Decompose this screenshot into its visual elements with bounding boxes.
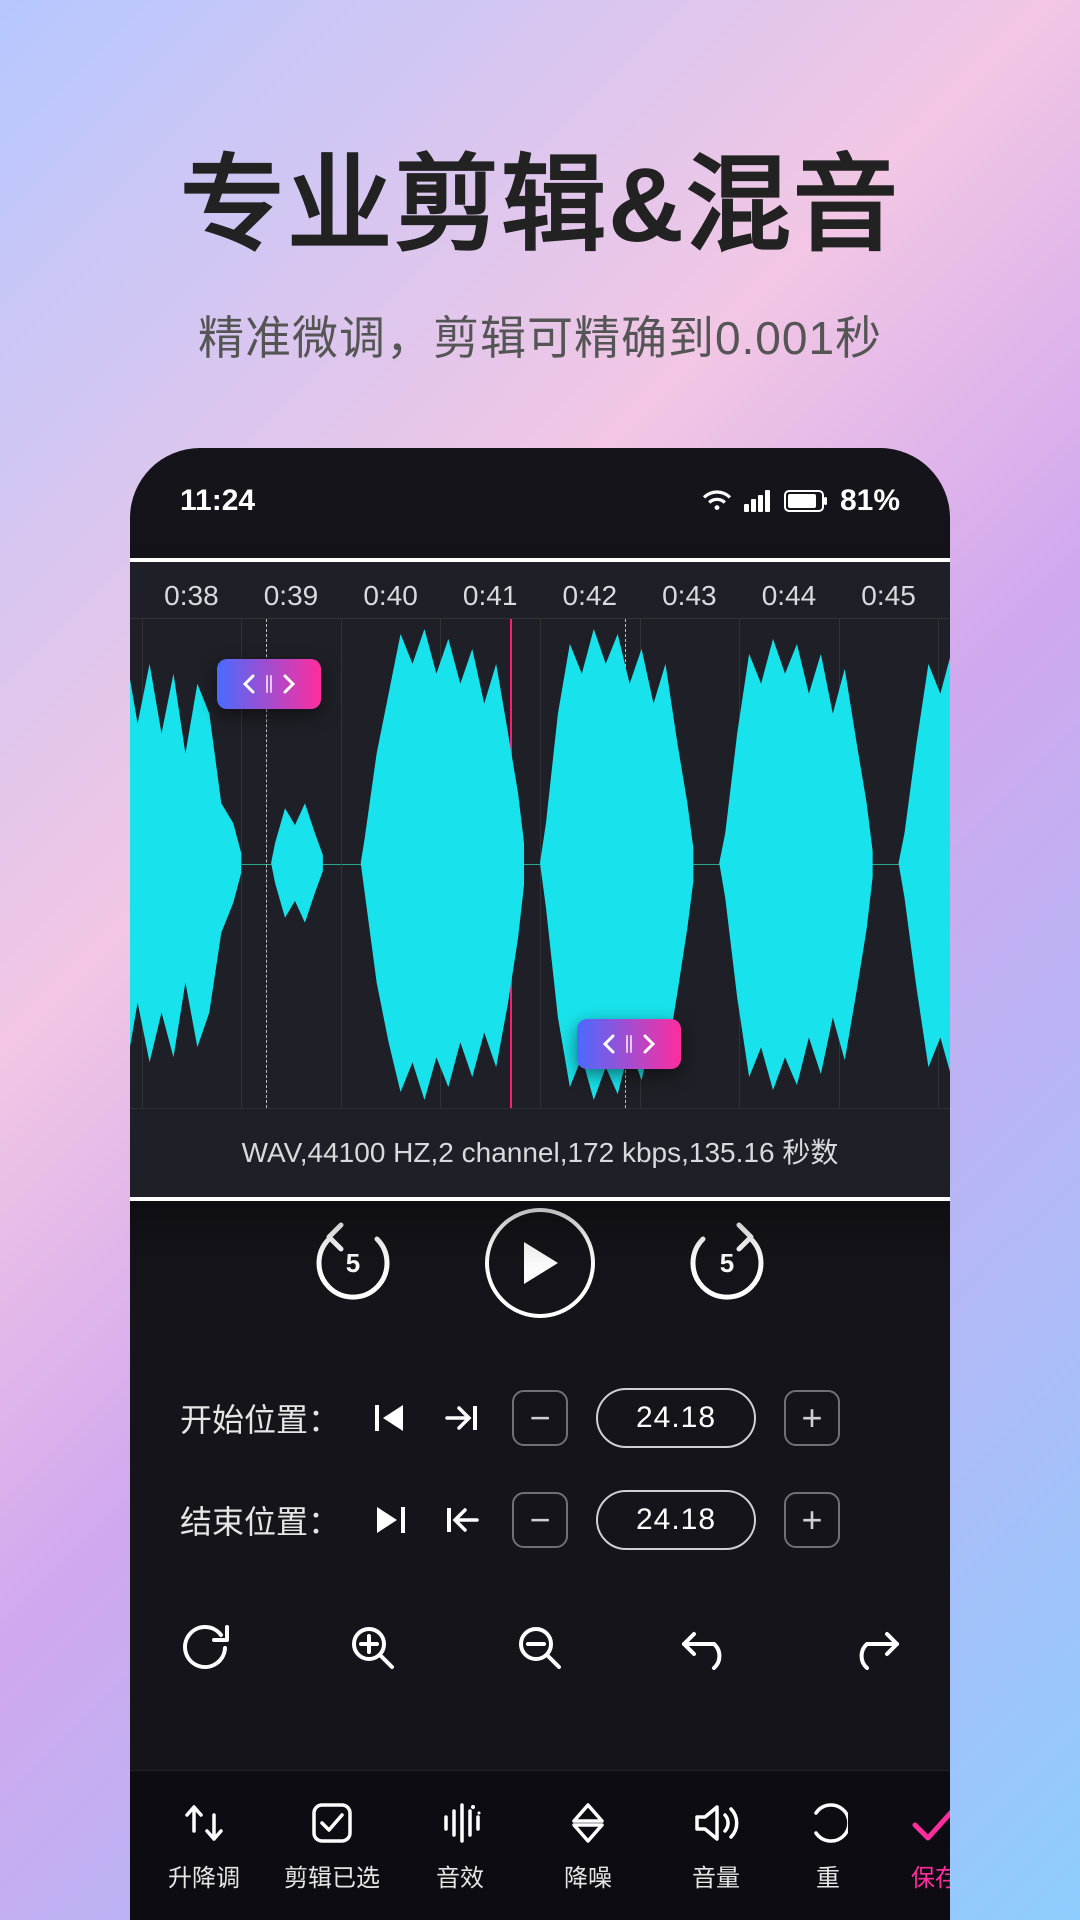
- time-tick: 0:42: [563, 580, 618, 612]
- handle-grip-icon: [626, 1035, 632, 1053]
- zoom-in-button[interactable]: [335, 1610, 411, 1686]
- start-position-label: 开始位置：: [180, 1395, 340, 1441]
- chevron-right-icon: [282, 674, 296, 694]
- set-end-to-playhead-button[interactable]: [440, 1498, 484, 1542]
- skip-start-icon: [373, 1403, 407, 1433]
- undo-icon: [680, 1626, 734, 1670]
- time-tick: 0:44: [762, 580, 817, 612]
- wifi-icon: [702, 490, 732, 512]
- zoom-out-icon: [515, 1623, 565, 1673]
- end-position-label: 结束位置：: [180, 1497, 340, 1543]
- start-position-row: 开始位置： − 24.18 +: [180, 1388, 918, 1448]
- selection-end-handle[interactable]: [577, 1019, 681, 1069]
- denoise-icon: [566, 1801, 610, 1845]
- plus-icon: +: [802, 1397, 823, 1439]
- minus-icon: −: [530, 1397, 551, 1439]
- tab-pitch[interactable]: 升降调: [140, 1798, 268, 1893]
- status-bar: 11:24 81%: [130, 476, 950, 526]
- tab-label: 保存: [911, 1858, 950, 1893]
- status-icons: 81%: [702, 484, 900, 518]
- zoom-in-icon: [348, 1623, 398, 1673]
- hero-subtitle: 精准微调，剪辑可精确到0.001秒: [198, 302, 882, 368]
- bottom-tab-bar: 升降调 剪辑已选 音效 降噪 音量 重: [130, 1770, 950, 1920]
- undo-button[interactable]: [669, 1610, 745, 1686]
- zoom-out-button[interactable]: [502, 1610, 578, 1686]
- tab-label: 降噪: [564, 1858, 612, 1893]
- phone-frame: 11:24 81% 0:37 0:38 0:39 0:40 0:41 0:42 …: [130, 448, 950, 1920]
- chevron-left-icon: [242, 674, 256, 694]
- time-tick: 0:39: [264, 580, 319, 612]
- arrow-to-bar-right-icon: [445, 1403, 479, 1433]
- end-increment-button[interactable]: +: [784, 1492, 840, 1548]
- selection-start-handle[interactable]: [217, 659, 321, 709]
- tab-reset[interactable]: 重: [780, 1798, 876, 1893]
- hero-title: 专业剪辑&混音: [180, 120, 900, 272]
- tab-denoise[interactable]: 降噪: [524, 1798, 652, 1893]
- time-tick: 0:38: [164, 580, 219, 612]
- waveform-area[interactable]: [130, 618, 950, 1108]
- forward-5-button[interactable]: 5: [685, 1221, 769, 1305]
- chevron-left-icon: [602, 1034, 616, 1054]
- arrow-to-bar-left-icon: [445, 1505, 479, 1535]
- skip-end-icon: [373, 1505, 407, 1535]
- handle-grip-icon: [266, 675, 272, 693]
- tab-trim-selected[interactable]: 剪辑已选: [268, 1798, 396, 1893]
- time-tick: 0:43: [662, 580, 717, 612]
- rewind-value: 5: [346, 1248, 360, 1279]
- set-start-to-playhead-button[interactable]: [440, 1396, 484, 1440]
- equalizer-icon: [438, 1801, 482, 1845]
- chevron-right-icon: [642, 1034, 656, 1054]
- time-tick: 0:40: [363, 580, 418, 612]
- tab-label: 重: [816, 1858, 840, 1893]
- file-info: WAV,44100 HZ,2 channel,172 kbps,135.16 秒…: [130, 1108, 950, 1197]
- tab-save[interactable]: 保存: [876, 1798, 950, 1893]
- tab-label: 升降调: [168, 1858, 240, 1893]
- end-decrement-button[interactable]: −: [512, 1492, 568, 1548]
- refresh-icon: [181, 1623, 231, 1673]
- tool-row: [168, 1610, 912, 1686]
- start-increment-button[interactable]: +: [784, 1390, 840, 1446]
- end-position-row: 结束位置： − 24.18 +: [180, 1490, 918, 1550]
- tab-effects[interactable]: 音效: [396, 1798, 524, 1893]
- time-ruler: 0:37 0:38 0:39 0:40 0:41 0:42 0:43 0:44 …: [130, 562, 950, 618]
- tab-label: 剪辑已选: [284, 1858, 380, 1893]
- status-time: 11:24: [180, 484, 255, 518]
- rewind-5-button[interactable]: 5: [311, 1221, 395, 1305]
- redo-button[interactable]: [836, 1610, 912, 1686]
- transport-row: 5 5: [162, 1208, 918, 1318]
- time-tick: 0:41: [463, 580, 518, 612]
- pitch-icon: [182, 1801, 226, 1845]
- reset-icon: [808, 1801, 848, 1845]
- minus-icon: −: [530, 1499, 551, 1541]
- status-battery: 81%: [840, 484, 900, 518]
- end-position-value[interactable]: 24.18: [596, 1490, 756, 1550]
- signal-icon: [744, 490, 772, 512]
- redo-icon: [847, 1626, 901, 1670]
- battery-icon: [784, 490, 828, 512]
- tab-label: 音效: [436, 1858, 484, 1893]
- start-position-value[interactable]: 24.18: [596, 1388, 756, 1448]
- play-icon: [520, 1240, 560, 1286]
- zoom-reset-button[interactable]: [168, 1610, 244, 1686]
- tab-volume[interactable]: 音量: [652, 1798, 780, 1893]
- play-button[interactable]: [485, 1208, 595, 1318]
- checkbox-icon: [310, 1801, 354, 1845]
- jump-to-start-button[interactable]: [368, 1396, 412, 1440]
- jump-to-end-button[interactable]: [368, 1498, 412, 1542]
- check-icon: [911, 1803, 950, 1843]
- volume-icon: [693, 1801, 739, 1845]
- tab-label: 音量: [692, 1858, 740, 1893]
- time-tick: 0:45: [861, 580, 916, 612]
- plus-icon: +: [802, 1499, 823, 1541]
- start-decrement-button[interactable]: −: [512, 1390, 568, 1446]
- forward-value: 5: [720, 1248, 734, 1279]
- waveform-panel: 0:37 0:38 0:39 0:40 0:41 0:42 0:43 0:44 …: [130, 558, 950, 1201]
